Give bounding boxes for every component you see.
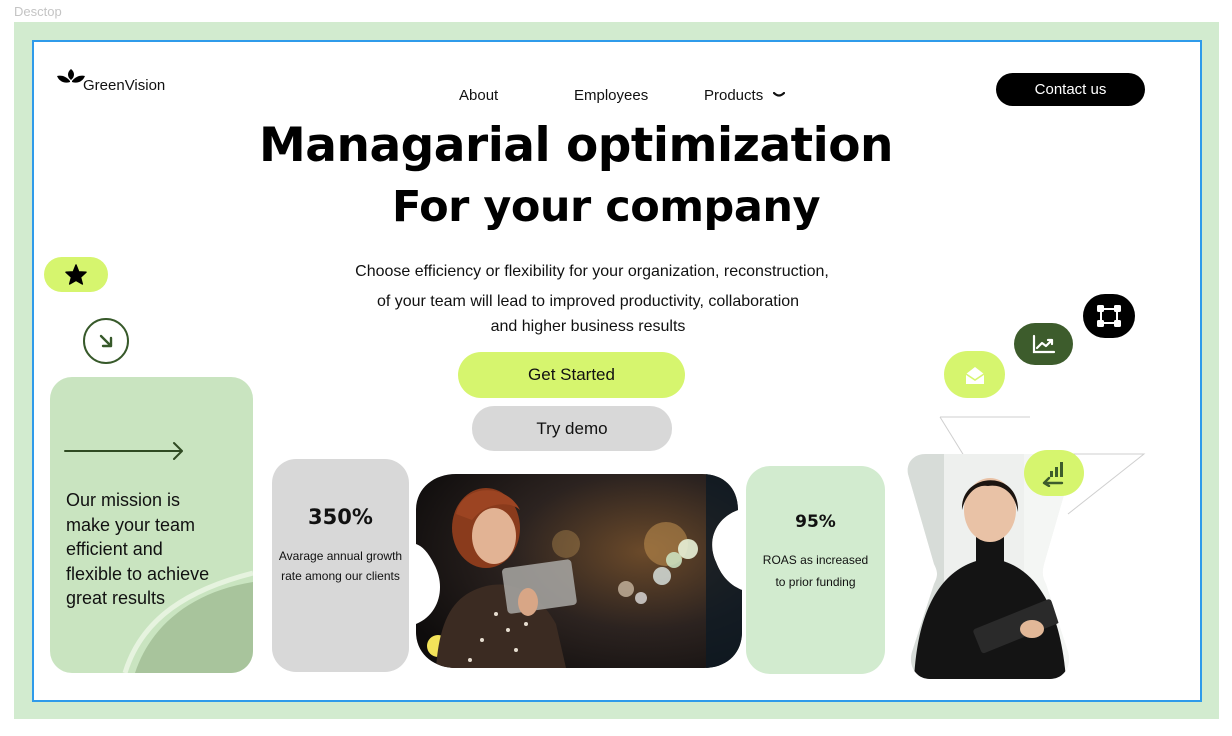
contact-us-button[interactable]: Contact us bbox=[996, 73, 1145, 106]
mail-icon bbox=[965, 366, 984, 384]
canvas-label: Desctop bbox=[14, 4, 62, 19]
mission-text: Our mission is make your team efficient … bbox=[66, 488, 209, 611]
brand-logo[interactable]: GreenVision bbox=[56, 68, 165, 94]
stat-card-growth: 350% Avarage annual growth rate among ou… bbox=[272, 459, 409, 672]
nav-employees[interactable]: Employees bbox=[574, 87, 648, 104]
trend-chart-icon bbox=[1032, 334, 1055, 354]
arrow-down-right-icon bbox=[99, 334, 113, 348]
mission-line: great results bbox=[66, 588, 166, 608]
star-icon bbox=[65, 264, 87, 285]
stat-value: 95% bbox=[795, 512, 836, 532]
stat-value: 350% bbox=[308, 505, 373, 529]
bars-bubble bbox=[1024, 450, 1084, 496]
mission-line: make your team bbox=[66, 514, 196, 535]
lotus-logo-icon bbox=[57, 69, 85, 83]
frame-select-icon bbox=[1097, 305, 1121, 327]
mission-card: Our mission is make your team efficient … bbox=[50, 377, 253, 673]
bars-growth-icon bbox=[1042, 462, 1064, 487]
frame-bubble bbox=[1083, 294, 1135, 338]
hero-subtitle-line2: of your team will lead to improved produ… bbox=[376, 293, 800, 310]
brand-name: GreenVision bbox=[83, 77, 166, 94]
desktop-frame: GreenVision About Employees Products Con… bbox=[32, 40, 1202, 702]
mission-line: Our mission is bbox=[66, 490, 181, 510]
hero-title-line2: For your company bbox=[392, 182, 820, 232]
chart-bubble bbox=[1014, 323, 1073, 365]
hero-subtitle-line3: and higher business results bbox=[490, 318, 686, 335]
mission-line: efficient and bbox=[66, 539, 163, 559]
stat-card-roas: 95% ROAS as increased to prior funding bbox=[746, 466, 885, 674]
scroll-down-button[interactable] bbox=[83, 318, 129, 364]
hero-title-line1: Managarial optimization bbox=[259, 118, 894, 173]
star-badge bbox=[44, 257, 108, 292]
nav-about[interactable]: About bbox=[459, 87, 498, 104]
get-started-button[interactable]: Get Started bbox=[458, 352, 685, 398]
hero-subtitle-line1: Choose efficiency or flexibility for you… bbox=[355, 263, 829, 280]
woman-with-tablet-photo bbox=[416, 474, 742, 668]
mission-line: flexible to achieve bbox=[66, 563, 210, 584]
chevron-down-icon bbox=[773, 92, 786, 97]
try-demo-button[interactable]: Try demo bbox=[472, 406, 672, 451]
nav-products[interactable]: Products bbox=[704, 87, 786, 104]
nav-products-label: Products bbox=[704, 87, 764, 104]
stat-desc-line: Avarage annual growth bbox=[278, 549, 403, 563]
mail-bubble bbox=[944, 351, 1005, 398]
stat-desc-line: to prior funding bbox=[775, 575, 856, 589]
stat-desc-line: rate among our clients bbox=[281, 569, 400, 583]
stat-desc-line: ROAS as increased bbox=[762, 553, 869, 567]
